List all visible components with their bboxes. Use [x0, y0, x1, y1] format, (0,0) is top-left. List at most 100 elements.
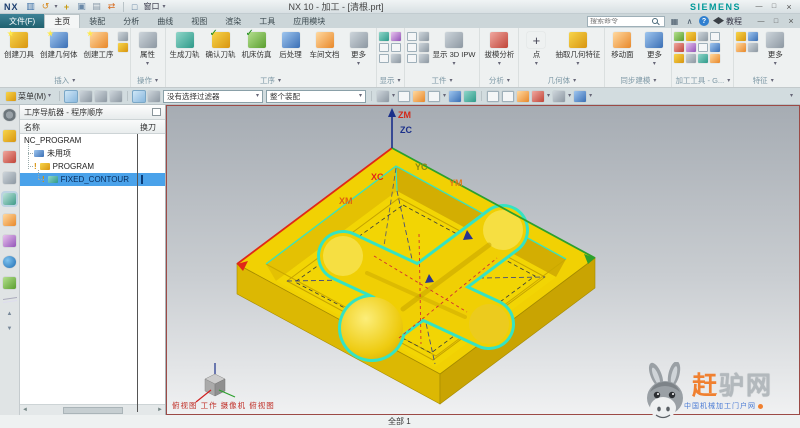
column-name[interactable]: 名称 [24, 122, 40, 133]
create-geometry-button[interactable]: 创建几何体 [38, 31, 80, 61]
search-icon[interactable] [652, 18, 658, 24]
command-finder-icon[interactable]: ▦ [669, 16, 680, 27]
ribbon-group-insert-label[interactable]: 插入▾ [0, 74, 130, 87]
tab-assemblies[interactable]: 装配 [80, 14, 114, 28]
ribbon-group-machining-tools-label[interactable]: 加工工具 - G...▾ [672, 74, 733, 87]
constraint-navigator-icon[interactable] [3, 151, 16, 163]
scroll-thumb[interactable] [63, 407, 123, 414]
scroll-up-icon[interactable]: ▲ [7, 311, 13, 317]
ribbon-group-workpiece-label[interactable]: 工件▾ [405, 74, 480, 87]
feature-recognize-icon[interactable] [736, 32, 746, 41]
chevron-down-icon[interactable]: ▾ [443, 93, 446, 99]
rectangle-select-icon[interactable] [428, 91, 440, 102]
menu-button[interactable]: 菜单(M) ▾ [3, 90, 54, 103]
file-menu-button[interactable]: 文件(F) [0, 14, 44, 28]
reuse-library-icon[interactable] [3, 235, 16, 247]
level-icon[interactable] [710, 43, 720, 52]
ribbon-group-operations-label[interactable]: 操作▾ [131, 74, 165, 87]
spline-display-icon[interactable] [391, 54, 401, 63]
tree-row-program[interactable]: PROGRAM [20, 160, 165, 173]
show-check-icon[interactable] [407, 43, 417, 52]
history-palette-icon[interactable] [3, 277, 16, 289]
batch-icon[interactable] [710, 54, 720, 63]
window-menu-caret-icon[interactable]: ▾ [163, 4, 166, 10]
property-button[interactable]: 属性 ▾ [133, 31, 163, 68]
ribbon-group-feature-label[interactable]: 特征▾ [734, 74, 792, 87]
boundary-icon[interactable] [686, 32, 696, 41]
scroll-down-icon[interactable]: ▼ [7, 326, 13, 332]
render-style-icon[interactable] [553, 91, 565, 102]
move-face-button[interactable]: 移动面 [607, 31, 637, 61]
search-input[interactable] [590, 18, 650, 25]
collapse-ribbon-icon[interactable]: ∧ [684, 16, 695, 27]
select-body-icon[interactable] [110, 91, 122, 102]
ribbon-group-display-label[interactable]: 显示▾ [377, 74, 404, 87]
copy-icon[interactable]: ▣ [76, 1, 88, 12]
part-navigator-icon[interactable] [3, 172, 16, 184]
tutorial-button[interactable]: 教程 [713, 16, 742, 27]
select-all-icon[interactable] [398, 91, 410, 102]
navigator-column-header[interactable]: 名称 换刀 [20, 120, 165, 134]
scroll-right-icon[interactable]: ► [157, 407, 163, 413]
show-toolpath-icon[interactable] [379, 43, 389, 52]
ribbon-group-operation-label[interactable]: 工序▾ [166, 74, 376, 87]
show-facet-icon[interactable] [419, 54, 429, 63]
chevron-down-icon[interactable]: ▾ [547, 93, 550, 99]
zoom-window-icon[interactable] [502, 91, 514, 102]
navigator-hscrollbar[interactable]: ◄ ► [20, 404, 165, 415]
feature-teach-icon[interactable] [736, 43, 746, 52]
tab-view[interactable]: 视图 [182, 14, 216, 28]
doc-minimize-button[interactable] [754, 16, 768, 26]
tab-analysis[interactable]: 分析 [114, 14, 148, 28]
probe-icon[interactable] [686, 54, 696, 63]
point-button[interactable]: + 点 ▾ [521, 31, 551, 68]
postprocess-button[interactable]: 后处理 [276, 31, 306, 61]
machining-wizard-icon[interactable] [3, 214, 16, 226]
fit-window-icon[interactable] [487, 91, 499, 102]
save-icon[interactable]: ▥ [25, 1, 37, 12]
command-search[interactable] [587, 16, 665, 27]
snap-midpoint-icon[interactable] [148, 91, 160, 102]
tab-application[interactable]: 应用模块 [284, 14, 334, 28]
assembly-navigator-icon[interactable] [3, 130, 16, 142]
synchronous-more-button[interactable]: 更多 ▾ [639, 31, 669, 68]
show-3d-icon[interactable] [379, 54, 389, 63]
select-edge-icon[interactable] [95, 91, 107, 102]
show-hide-icon[interactable] [449, 91, 461, 102]
shop-documentation-button[interactable]: 车间文档 [308, 31, 342, 61]
tab-curve[interactable]: 曲线 [148, 14, 182, 28]
create-tool-button[interactable]: 创建刀具 [2, 31, 36, 61]
optimize-icon[interactable] [698, 54, 708, 63]
panel-pin-icon[interactable] [152, 108, 161, 116]
column-toolchange[interactable]: 换刀 [140, 122, 156, 133]
view-orient-icon[interactable] [574, 91, 586, 102]
snap-point-icon[interactable] [133, 91, 145, 102]
select-highlight-icon[interactable] [65, 91, 77, 102]
chevron-down-icon[interactable]: ▾ [589, 93, 592, 99]
tab-home[interactable]: 主页 [44, 14, 80, 28]
tool-display-icon[interactable] [391, 32, 401, 41]
show-2d-ipw-icon[interactable] [407, 54, 417, 63]
transform-icon[interactable] [686, 43, 696, 52]
flag-icon[interactable] [674, 43, 684, 52]
scroll-left-icon[interactable]: ◄ [22, 407, 28, 413]
column-divider[interactable] [137, 134, 138, 412]
window-menu-button[interactable]: 窗口 [144, 1, 160, 12]
chevron-down-icon[interactable]: ▾ [568, 93, 571, 99]
draft-analysis-button[interactable]: 拔模分析 ▾ [482, 31, 516, 68]
tab-tools[interactable]: 工具 [250, 14, 284, 28]
find-in-window-icon[interactable] [377, 91, 389, 102]
restore-button[interactable] [767, 2, 781, 12]
feature-find-icon[interactable] [748, 43, 758, 52]
ribbon-group-synchronous-label[interactable]: 同步建模▾ [605, 74, 671, 87]
toolbar-overflow-icon[interactable]: ▾ [790, 93, 793, 99]
minimize-button[interactable] [752, 2, 766, 12]
help-icon[interactable] [699, 16, 709, 26]
operation-more-button[interactable]: 更多 ▾ [344, 31, 374, 68]
rotate-view-icon[interactable] [517, 91, 529, 102]
undo-dropdown-icon[interactable]: ▾ [55, 4, 58, 10]
add-icon[interactable]: + [61, 1, 73, 12]
selection-filter-dropdown[interactable]: 没有选择过滤器 ▾ [163, 90, 263, 103]
shaded-body-icon[interactable] [464, 91, 476, 102]
doc-close-button[interactable] [784, 16, 798, 26]
